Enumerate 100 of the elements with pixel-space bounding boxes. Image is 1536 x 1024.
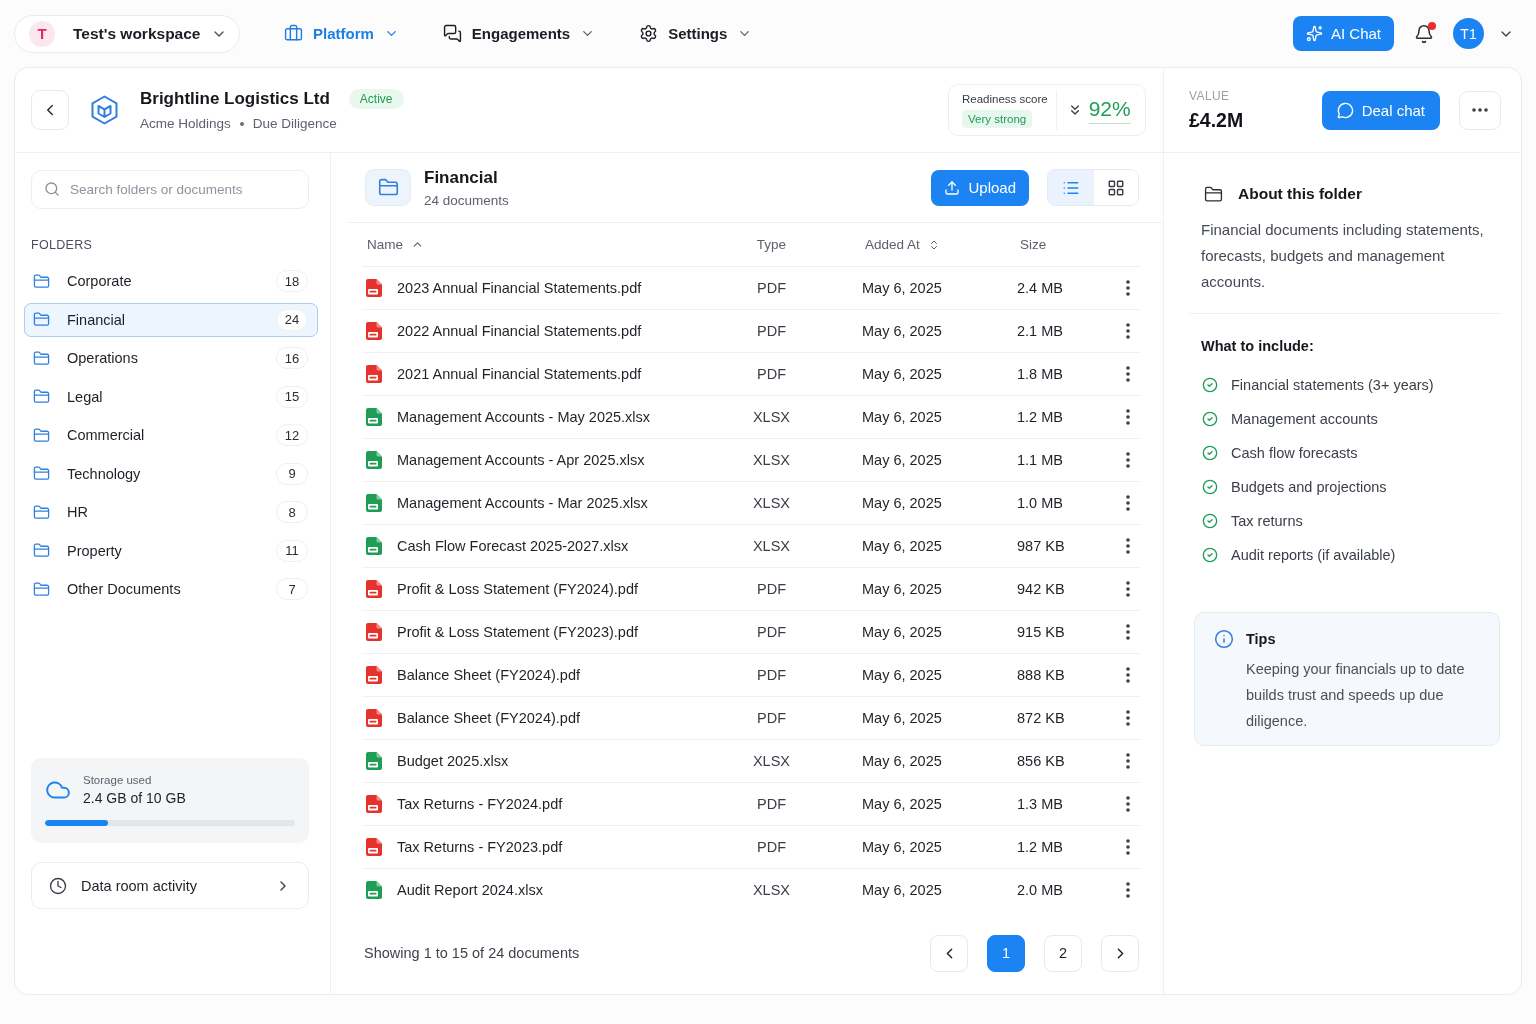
nav-tab[interactable]: Settings [639,20,753,47]
nav-tab[interactable]: Platform [284,20,399,47]
document-count: 15 [276,385,308,408]
spreadsheet-file-icon [366,494,382,512]
folder-icon [33,388,50,405]
folder-description: Financial documents including statements, forecasts, budgets and management accounts. [1201,220,1485,292]
workspace-avatar: T [29,20,55,47]
folder-item[interactable]: Legal 15 [24,379,318,414]
upload-button[interactable]: Upload [931,169,1029,206]
more-icon [1126,624,1130,640]
column-header[interactable]: Added At [865,237,940,252]
date-added: May 6, 2025 [862,452,942,468]
date-added: May 6, 2025 [862,366,942,382]
more-icon [1126,667,1130,683]
folder-icon [33,426,50,444]
checklist-item: Budgets and projections [1231,479,1387,495]
tips-text: Keeping your financials up to date builds trust and speeds up due diligence. [1246,660,1466,731]
file-size: 2.1 MB [1017,323,1063,339]
status-badge: Active [348,89,404,109]
file-size: 872 KB [1017,710,1065,726]
more-icon [1126,538,1130,554]
briefcase-icon [284,24,303,43]
more-icon [1472,108,1488,112]
folder-item[interactable]: HR 8 [24,495,318,529]
page-button[interactable]: 1 [987,934,1025,972]
file-type: XLSX [752,409,791,425]
nav-tab[interactable]: Engagements [442,20,596,47]
file-name: 2022 Annual Financial Statements.pdf [397,323,642,339]
document-count: 9 [276,462,308,485]
user-avatar[interactable]: T1 [1453,18,1484,49]
folder-item[interactable]: Other Documents 7 [24,572,318,606]
folder-item[interactable]: Technology 9 [24,456,318,491]
more-icon [1126,753,1130,769]
folder-item[interactable]: Operations 16 [24,341,318,375]
about-title: About this folder [1238,185,1362,203]
document-count: 8 [276,501,308,523]
column-header: Size [1020,237,1047,252]
deal-stage: Due Diligence [252,116,337,131]
date-added: May 6, 2025 [862,839,942,855]
date-added: May 6, 2025 [862,882,942,898]
date-added: May 6, 2025 [862,323,942,339]
readiness-score: 92% [1088,96,1131,124]
folder-document-count: 24 documents [424,192,509,208]
file-size: 1.8 MB [1017,366,1063,382]
document-count: 11 [276,539,308,562]
include-heading: What to include: [1201,337,1315,356]
column-header[interactable]: Name [367,237,424,252]
deal-chat-button[interactable]: Deal chat [1321,90,1440,130]
file-name: Management Accounts - Apr 2025.xlsx [397,452,645,468]
folder-icon [33,503,50,521]
more-icon [1126,882,1130,898]
file-type: PDF [757,667,786,683]
file-type: XLSX [752,452,791,468]
more-icon [1126,323,1130,339]
chat-bubble-icon [1336,101,1354,119]
file-size: 2.4 MB [1017,280,1063,296]
more-button[interactable] [1459,90,1501,130]
checklist-item: Audit reports (if available) [1231,547,1396,563]
folder-item[interactable]: Financial 24 [24,302,318,337]
search-field[interactable]: Search folders or documents [31,170,309,209]
pdf-file-icon [366,838,382,856]
file-name: Balance Sheet (FY2024).pdf [397,710,580,726]
folder-item[interactable]: Property 11 [24,533,318,568]
pdf-file-icon [366,580,382,598]
pdf-file-icon [366,322,382,340]
more-icon [1126,710,1130,726]
folder-icon [33,580,50,598]
more-icon [1126,839,1130,855]
spreadsheet-file-icon [366,537,382,555]
grid-view-button[interactable] [1093,170,1138,205]
ai-chat-button[interactable]: AI Chat [1292,16,1394,51]
date-added: May 6, 2025 [862,796,942,812]
bell-icon [1414,23,1434,44]
folder-item[interactable]: Commercial 12 [24,418,318,452]
notifications-button[interactable] [1414,22,1434,45]
pagination-summary: Showing 1 to 15 of 24 documents [364,945,580,961]
more-icon [1126,452,1130,468]
folder-icon [33,542,50,559]
file-name: Profit & Loss Statement (FY2023).pdf [397,624,638,640]
date-added: May 6, 2025 [862,667,942,683]
folder-item[interactable]: Corporate 18 [24,264,318,298]
page-button[interactable]: 2 [1044,934,1082,972]
document-count: 7 [276,578,308,600]
pdf-file-icon [366,623,382,641]
clock-icon [49,876,67,895]
folder-icon [33,465,50,482]
column-header: Type [756,237,787,252]
folder-icon [1204,184,1223,204]
storage-reading: 2.4 GB of 10 GB [83,789,186,808]
workspace-switcher[interactable]: T Test's workspace [14,14,240,53]
chat-bubbles-icon [442,24,462,43]
file-type: XLSX [752,538,791,554]
date-added: May 6, 2025 [862,753,942,769]
spreadsheet-file-icon [366,752,382,770]
spreadsheet-file-icon [366,408,382,426]
activity-link[interactable]: Data room activity [31,862,309,909]
file-size: 888 KB [1017,667,1065,683]
pdf-file-icon [366,365,382,383]
file-name: Management Accounts - Mar 2025.xlsx [397,495,648,511]
folder-icon [33,311,50,328]
